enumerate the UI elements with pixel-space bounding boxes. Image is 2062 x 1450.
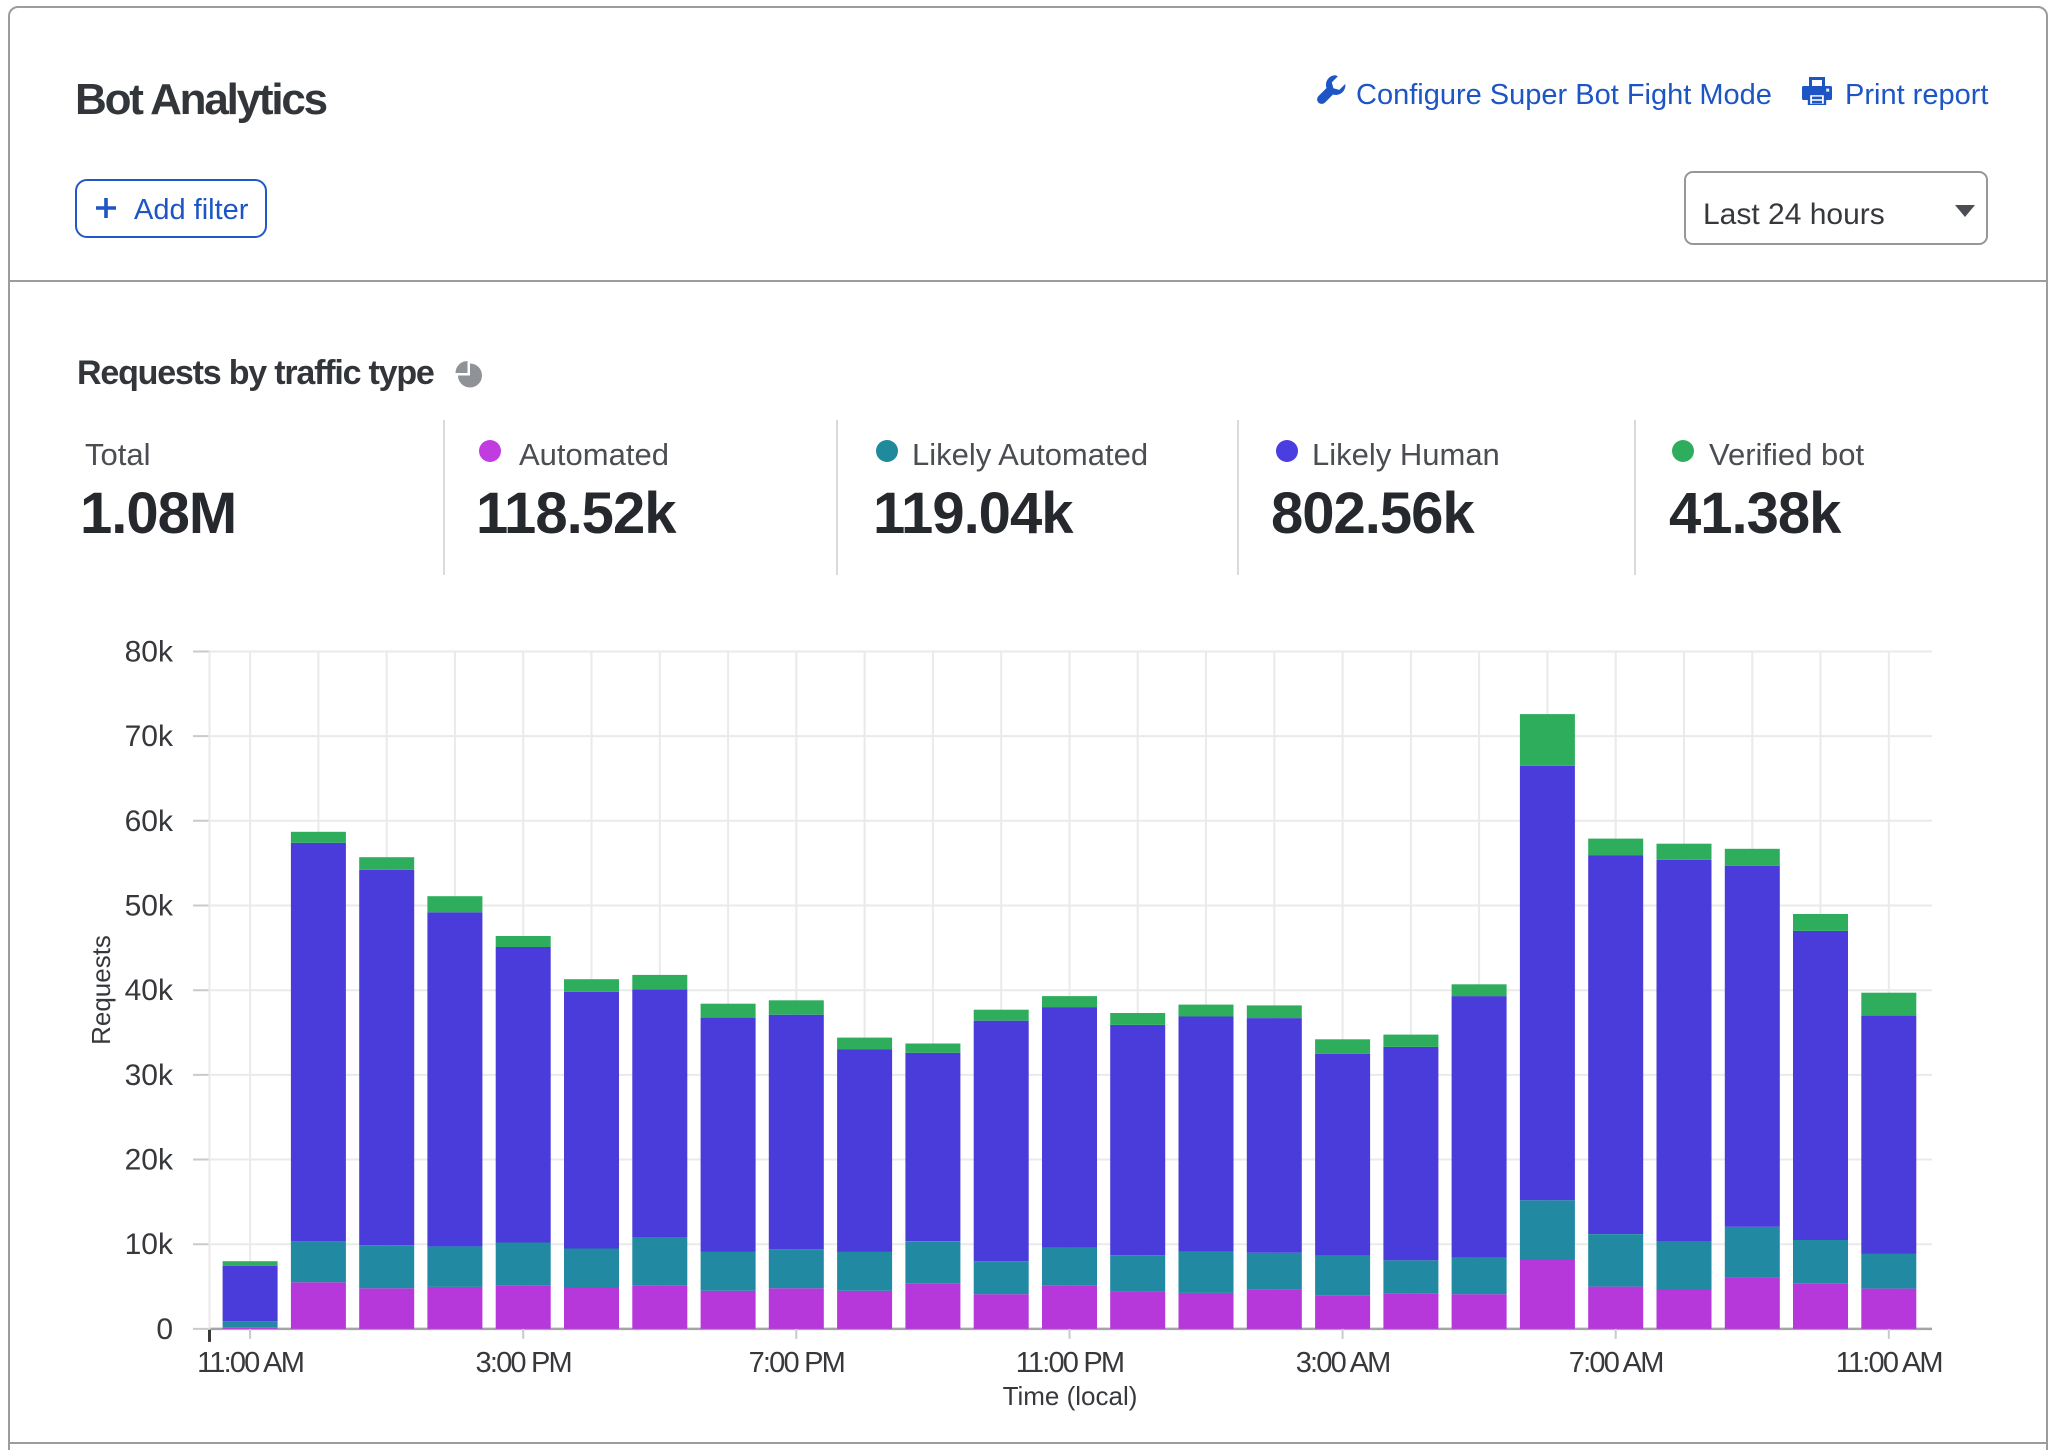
svg-text:11:00 PM: 11:00 PM: [1016, 1347, 1124, 1379]
svg-text:11:00 AM: 11:00 AM: [1836, 1347, 1942, 1379]
svg-text:11:00 AM: 11:00 AM: [197, 1347, 303, 1379]
svg-text:20k: 20k: [125, 1144, 174, 1177]
svg-text:0: 0: [156, 1313, 173, 1346]
svg-text:3:00 PM: 3:00 PM: [475, 1347, 570, 1379]
svg-text:30k: 30k: [125, 1059, 174, 1092]
svg-text:7:00 PM: 7:00 PM: [749, 1347, 844, 1379]
svg-text:Requests: Requests: [86, 935, 116, 1045]
svg-text:70k: 70k: [125, 720, 174, 753]
svg-text:60k: 60k: [125, 805, 174, 838]
svg-text:80k: 80k: [125, 636, 174, 669]
svg-text:50k: 50k: [125, 890, 174, 923]
svg-text:10k: 10k: [125, 1228, 174, 1261]
svg-text:3:00 AM: 3:00 AM: [1296, 1347, 1390, 1379]
svg-text:7:00 AM: 7:00 AM: [1569, 1347, 1663, 1379]
svg-text:40k: 40k: [125, 974, 174, 1007]
svg-text:Time (local): Time (local): [1003, 1381, 1138, 1411]
